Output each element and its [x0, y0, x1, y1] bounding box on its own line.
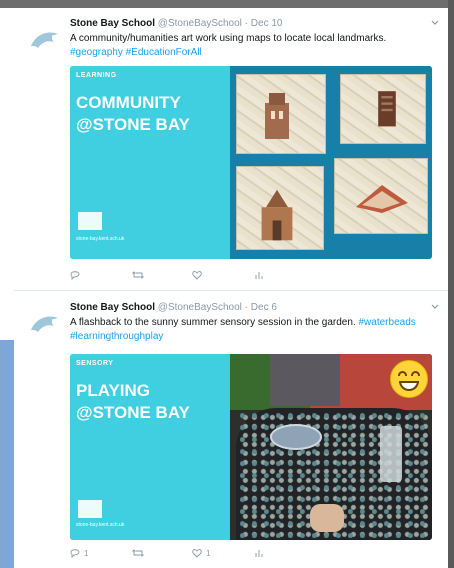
scrollbar[interactable]	[448, 0, 454, 568]
left-edge-panel	[0, 340, 14, 568]
media-title-line: @STONE BAY	[76, 403, 190, 422]
tweet-body: A community/humanities art work using ma…	[70, 33, 387, 44]
like-count: 1	[206, 548, 211, 558]
hashtag-link[interactable]: #waterbeads	[359, 317, 416, 328]
landmark-icon	[265, 93, 289, 139]
author-handle[interactable]: @StoneBaySchool	[158, 18, 242, 29]
display-board	[230, 66, 432, 259]
like-button[interactable]	[192, 270, 206, 280]
landmark-icon	[378, 91, 396, 127]
dolphin-avatar-icon[interactable]	[28, 308, 62, 342]
reply-count: 1	[84, 548, 89, 558]
media-title: COMMUNITY @STONE BAY	[76, 92, 190, 136]
media-label: LEARNING	[76, 72, 117, 79]
media-text-panel: LEARNING COMMUNITY @STONE BAY stone-bay.…	[70, 66, 230, 259]
like-icon	[192, 271, 202, 280]
author-handle[interactable]: @StoneBaySchool	[158, 302, 242, 313]
retweet-button[interactable]	[132, 270, 148, 280]
garden-photo	[230, 354, 432, 540]
author-name[interactable]: Stone Bay School	[70, 18, 155, 29]
tweet-text: A flashback to the sunny summer sensory …	[70, 316, 440, 344]
analytics-icon	[255, 550, 263, 557]
like-icon	[192, 549, 202, 558]
chevron-down-icon[interactable]	[430, 18, 440, 28]
chevron-down-icon[interactable]	[430, 302, 440, 312]
retweet-icon	[132, 271, 144, 279]
media-title-line: @STONE BAY	[76, 115, 190, 134]
like-button[interactable]: 1	[192, 548, 210, 558]
hashtag-link[interactable]: #EducationForAll	[126, 47, 202, 58]
analytics-button[interactable]	[254, 548, 264, 558]
person-figure	[270, 354, 340, 406]
media-text-panel: SENSORY PLAYING @STONE BAY stone-bay.ken…	[70, 354, 230, 540]
hashtag-link[interactable]: #geography	[70, 47, 123, 58]
smiley-emoji-icon	[390, 360, 428, 398]
media-url: stone-bay.kent.sch.uk	[76, 522, 125, 528]
map-photo	[236, 74, 326, 154]
retweet-icon	[132, 549, 144, 557]
tweet-header: Stone Bay School @StoneBaySchool · Dec 1…	[70, 18, 282, 29]
tweet-date[interactable]: · Dec 10	[245, 18, 283, 29]
school-logo-icon	[78, 500, 102, 518]
top-border	[0, 0, 454, 8]
bowl	[270, 424, 322, 450]
landmark-icon	[261, 189, 293, 241]
retweet-button[interactable]	[132, 548, 148, 558]
map-photo	[340, 74, 426, 144]
school-logo-icon	[78, 212, 102, 230]
analytics-icon	[255, 272, 263, 279]
media-url: stone-bay.kent.sch.uk	[76, 236, 125, 242]
bottle	[380, 426, 402, 482]
tweet-actions	[70, 270, 370, 284]
author-name[interactable]: Stone Bay School	[70, 302, 155, 313]
media-title-line: COMMUNITY	[76, 93, 181, 112]
tweet-media-image[interactable]: LEARNING COMMUNITY @STONE BAY stone-bay.…	[70, 66, 432, 259]
timeline-screenshot: Stone Bay School @StoneBaySchool · Dec 1…	[0, 0, 454, 568]
landmark-icon	[356, 185, 408, 213]
tweet[interactable]: Stone Bay School @StoneBaySchool · Dec 6…	[14, 292, 448, 568]
tweet-media-image[interactable]: SENSORY PLAYING @STONE BAY stone-bay.ken…	[70, 354, 432, 540]
tweet-actions: 1 1	[70, 548, 370, 562]
tweet-body: A flashback to the sunny summer sensory …	[70, 317, 356, 328]
tweet[interactable]: Stone Bay School @StoneBaySchool · Dec 1…	[14, 8, 448, 291]
reply-button[interactable]	[70, 270, 84, 280]
media-title-line: PLAYING	[76, 381, 151, 400]
reply-icon	[70, 271, 80, 280]
media-label: SENSORY	[76, 360, 114, 367]
map-photo	[334, 158, 428, 234]
child-hand	[310, 504, 344, 532]
map-photo	[236, 166, 324, 250]
hashtag-link[interactable]: #learningthroughplay	[70, 331, 163, 342]
tweet-text: A community/humanities art work using ma…	[70, 32, 440, 60]
reply-icon	[70, 549, 80, 558]
media-title: PLAYING @STONE BAY	[76, 380, 190, 424]
tweet-date[interactable]: · Dec 6	[245, 302, 277, 313]
tweet-header: Stone Bay School @StoneBaySchool · Dec 6	[70, 302, 277, 313]
analytics-button[interactable]	[254, 270, 264, 280]
dolphin-avatar-icon[interactable]	[28, 24, 62, 58]
reply-button[interactable]: 1	[70, 548, 88, 558]
